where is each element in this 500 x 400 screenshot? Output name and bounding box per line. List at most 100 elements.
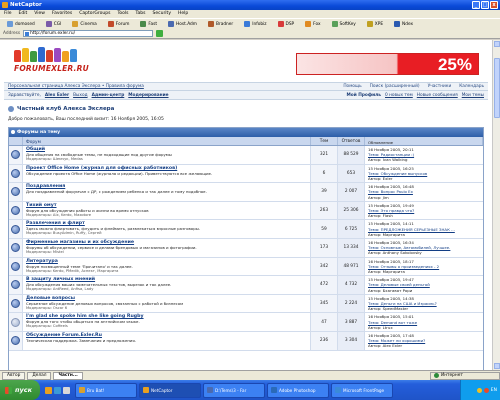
toolbar-link-icon: [366, 21, 373, 27]
menu-file[interactable]: File: [4, 10, 12, 18]
page-tab-3[interactable]: Частн...: [53, 371, 83, 380]
toolbar-link-button[interactable]: Infobiz: [240, 20, 270, 29]
members-link[interactable]: Участники: [428, 84, 452, 89]
forum-cell: Литература Форум посвященный теме 'Прочит…: [23, 257, 311, 276]
toolbar-link-icon: [45, 21, 52, 27]
close-button[interactable]: x: [490, 1, 498, 9]
taskbar-button-label: Bru Bat!: [87, 387, 105, 393]
tray-icon[interactable]: [483, 387, 489, 393]
toolbar-link-button[interactable]: Host.Adm: [164, 20, 201, 29]
forum-description: Техническая поддержка. Замечания и предл…: [26, 337, 136, 343]
last-post-cell: 16 Ноября 2005, 16:34 Тема: Основные, Авт…: [365, 238, 483, 257]
language-indicator[interactable]: EN: [491, 388, 497, 393]
toolbar-link-button[interactable]: DSP: [274, 20, 299, 29]
scroll-down-icon[interactable]: [494, 363, 500, 369]
post-count: 48 971: [338, 257, 365, 276]
forum-description: Для поздравлений форумчан с ДР, с рожден…: [26, 189, 207, 195]
menu-edit[interactable]: Edit: [19, 10, 28, 18]
quick-launch-icon[interactable]: [63, 386, 70, 394]
topic-count: 321: [311, 146, 338, 164]
quick-launch-icon[interactable]: [54, 386, 61, 394]
taskbar-button[interactable]: NetCaptor: [139, 382, 201, 398]
toolbar-link-button[interactable]: Forum: [104, 20, 134, 29]
menu-security[interactable]: Security: [153, 10, 171, 18]
page-tab-label: Частн...: [58, 373, 78, 378]
breadcrumb-link[interactable]: Персональная страница Алекса Экслера • П…: [8, 84, 144, 89]
table-row: Поздравления Для поздравлений форумчан с …: [9, 183, 483, 202]
ad-banner[interactable]: 25%: [296, 53, 479, 75]
address-label: Address: [3, 31, 21, 36]
menu-captorgroups[interactable]: CaptorGroups: [79, 10, 110, 18]
forum-cell: Фирменные магазины и их обсуждение Форумы…: [23, 238, 311, 257]
start-button[interactable]: пуск: [0, 380, 40, 400]
menu-tabs[interactable]: Tabs: [136, 10, 146, 18]
toolbar-link-icon: [140, 21, 147, 27]
toolbar-link-button[interactable]: Cinema: [68, 20, 100, 29]
calendar-link[interactable]: Календарь: [459, 84, 484, 89]
table-header: Форум Тем Ответов Обновление: [9, 137, 483, 146]
minimize-button[interactable]: _: [472, 1, 480, 9]
admin-cp-link[interactable]: Админ-центр: [92, 93, 125, 98]
page-tab-1[interactable]: Автор: [2, 371, 26, 380]
page-tab-label: Автор: [7, 373, 21, 378]
toolbar-link-button[interactable]: Ndex: [390, 20, 417, 29]
address-input[interactable]: http://forum.exler.ru/: [23, 30, 154, 37]
toolbar-link-button[interactable]: CGI: [42, 20, 66, 29]
moderation-link[interactable]: Модерирование: [128, 93, 168, 98]
toolbar-link-icon: [277, 21, 284, 27]
last-post-author: Автор: SpeedMaster: [368, 306, 409, 312]
toolbar-link-button[interactable]: Fast: [136, 20, 161, 29]
table-row: Общий Для общения на свободные темы, не п…: [9, 146, 483, 165]
new-posts-link[interactable]: Новые сообщения: [417, 93, 458, 98]
menu-view[interactable]: View: [34, 10, 45, 18]
toolbar-link-button[interactable]: domosed: [3, 20, 39, 29]
forum-cell: Проект Office Home (журнал для офисных р…: [23, 164, 311, 183]
zone-label: Интернет: [441, 373, 463, 378]
user-name-link[interactable]: Alex Exler: [45, 93, 69, 98]
new-topics-link[interactable]: 0 новых тем: [385, 93, 413, 98]
taskbar-button[interactable]: Microsoft FrontPage: [331, 382, 393, 398]
no-new-posts-icon: [11, 317, 20, 327]
menu-help[interactable]: Help: [178, 10, 188, 18]
toolbar-link-button[interactable]: XPE: [363, 20, 387, 29]
taskbar-button[interactable]: Adobe Photoshop: [267, 382, 329, 398]
toolbar-link-button[interactable]: Bradner: [204, 20, 237, 29]
logo-figures: [14, 46, 78, 62]
toolbar-link-icon: [331, 21, 338, 27]
taskbar-button[interactable]: D:\Tems\3 - Far: [203, 382, 265, 398]
maximize-button[interactable]: □: [481, 1, 489, 9]
toolbar-link-icon: [394, 21, 401, 27]
category-header[interactable]: Форумы на тему: [9, 128, 483, 137]
search-link[interactable]: Поиск (расширенный): [370, 84, 420, 89]
forum-status-cell: [9, 220, 23, 238]
my-profile-link[interactable]: Мой Профиль: [347, 93, 382, 98]
tray-icon[interactable]: [476, 387, 482, 393]
my-topics-link[interactable]: Мои темы: [462, 93, 484, 98]
new-posts-icon: [11, 168, 20, 178]
table-row: Обсуждение Forum.Exler.Ru Техническая под…: [9, 331, 483, 351]
last-post-cell: 15 Ноября 2005, 16:25 Тема: Обсуждение вы…: [365, 164, 483, 183]
site-logo[interactable]: FORUMEXLER.RU: [14, 46, 89, 76]
taskbar-button[interactable]: Bru Bat!: [75, 382, 137, 398]
last-post-author: Автор: Ltrux: [368, 324, 393, 330]
logout-link[interactable]: Выход: [73, 93, 87, 98]
help-link[interactable]: Помощь: [343, 84, 361, 89]
post-count: 2 224: [338, 294, 365, 313]
page-tab-2[interactable]: Делал: [27, 371, 52, 380]
scroll-thumb[interactable]: [494, 58, 500, 118]
greeting: Здравствуйте,: [8, 92, 41, 98]
toolbar-link-label: SoftKey: [339, 21, 356, 27]
toolbar-link-label: Host.Adm: [176, 21, 197, 27]
quick-launch-icon[interactable]: [45, 386, 52, 394]
scroll-up-icon[interactable]: [494, 41, 500, 47]
table-row: В защиту личных мнений Для обсуждения ваш…: [9, 276, 483, 295]
title-bar: NetCaptor _ □ x: [0, 0, 500, 10]
toolbar-link-button[interactable]: Fox: [301, 20, 324, 29]
menu-favorites[interactable]: Favorites: [52, 10, 72, 18]
vertical-scrollbar[interactable]: [492, 40, 500, 370]
forum-moderators: Модераторы: Alx, Kerdo, Maxotore: [26, 212, 92, 217]
go-icon[interactable]: [156, 30, 164, 37]
toolbar-link-button[interactable]: SoftKey: [328, 20, 360, 29]
user-bar: Здравствуйте, Alex Exler Выход Админ-цен…: [4, 91, 488, 100]
menu-tools[interactable]: Tools: [117, 10, 128, 18]
